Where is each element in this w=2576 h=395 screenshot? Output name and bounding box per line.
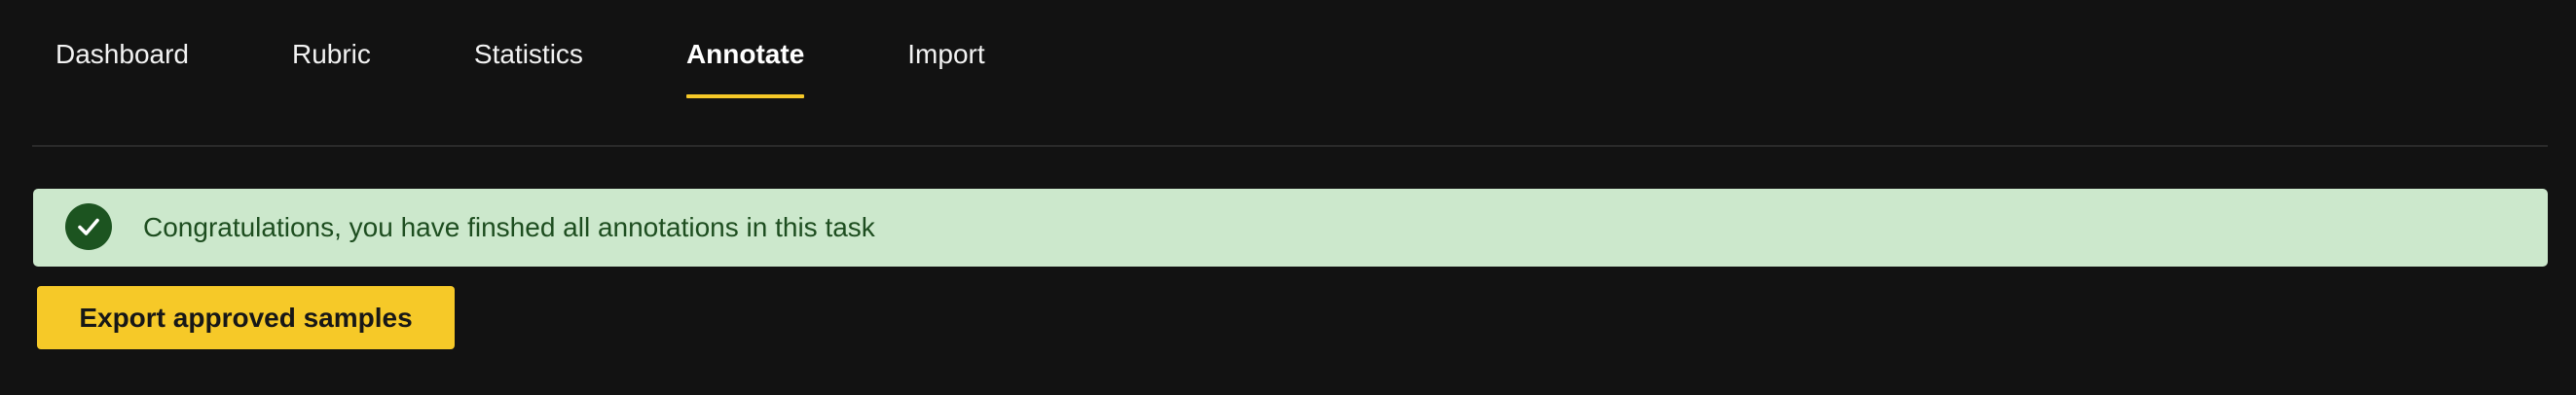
- export-approved-samples-button[interactable]: Export approved samples: [37, 286, 455, 349]
- alert-message: Congratulations, you have finshed all an…: [143, 212, 875, 242]
- tab-dashboard[interactable]: Dashboard: [32, 0, 212, 146]
- main-tabs: Dashboard Rubric Statistics Annotate Imp…: [32, 0, 1065, 146]
- tab-label-rubric: Rubric: [291, 39, 371, 69]
- tabs-divider: [32, 145, 2548, 147]
- tab-label-import: Import: [907, 39, 985, 69]
- tab-statistics[interactable]: Statistics: [451, 0, 607, 146]
- tab-import[interactable]: Import: [884, 0, 1008, 146]
- check-mark-icon: [78, 218, 99, 235]
- tab-label-statistics: Statistics: [473, 39, 583, 69]
- tab-label-dashboard: Dashboard: [55, 39, 189, 69]
- tab-label-annotate: Annotate: [685, 39, 805, 69]
- tab-rubric[interactable]: Rubric: [269, 0, 394, 146]
- annotate-page: Dashboard Rubric Statistics Annotate Imp…: [0, 0, 2576, 395]
- tab-annotate[interactable]: Annotate: [663, 0, 828, 146]
- success-alert: Congratulations, you have finshed all an…: [33, 189, 2548, 267]
- check-circle-icon: [65, 203, 112, 250]
